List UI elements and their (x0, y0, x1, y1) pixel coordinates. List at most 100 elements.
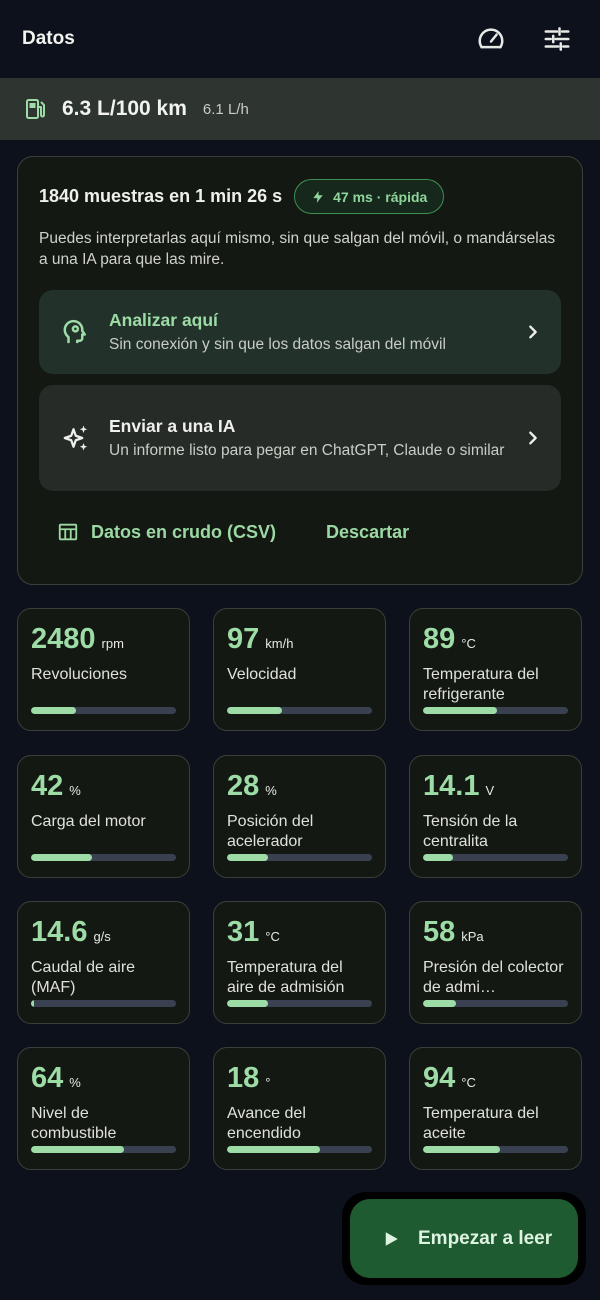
metric-level-bar (227, 1146, 372, 1153)
metric-unit: °C (461, 636, 476, 651)
metric-level-fill (31, 1146, 124, 1153)
fuel-rate-value: 6.1 L/h (202, 100, 249, 118)
metric-tile-coolant-temp[interactable]: 89 °C Temperatura del refrigerante (409, 608, 582, 731)
speed-badge: 47 ms · rápida (294, 179, 445, 214)
metric-level-bar (423, 1000, 568, 1007)
metric-tile-rpm[interactable]: 2480 rpm Revoluciones (17, 608, 190, 731)
start-reading-button[interactable]: Empezar a leer (350, 1199, 578, 1278)
summary-description: Puedes interpretarlas aquí mismo, sin qu… (39, 230, 556, 268)
metric-tile-ecu-voltage[interactable]: 14.1 V Tensión de la centralita (409, 755, 582, 878)
metric-label: Posición del acelerador (227, 813, 314, 850)
metric-tile-throttle[interactable]: 28% Posición del acelerador (213, 755, 386, 878)
metric-unit: % (69, 1075, 81, 1090)
metric-level-bar (31, 707, 176, 714)
fuel-consumption-value: 6.3 L/100 km (62, 97, 187, 120)
metric-unit: V (485, 783, 495, 798)
metric-level-fill (31, 1000, 34, 1007)
fuel-consumption-bar: 6.3 L/100 km 6.1 L/h (0, 78, 600, 140)
metric-level-fill (227, 1146, 320, 1153)
send-to-ai-subtitle: Un informe listo para pegar en ChatGPT, … (109, 441, 505, 459)
metric-label: Revoluciones (31, 666, 128, 683)
metric-tile-ignition-advance[interactable]: 18 ° Avance del encendido (213, 1047, 386, 1170)
metric-tile-speed[interactable]: 97 km/h Velocidad (213, 608, 386, 731)
analyze-here-title: Analizar aquí (109, 309, 218, 330)
sliders-icon (544, 27, 570, 51)
sparkles-icon (63, 425, 88, 451)
metric-tile-maf[interactable]: 14.6 g/s Caudal de aire (MAF) (17, 901, 190, 1024)
head-brain-icon (63, 319, 86, 344)
top-app-bar: Datos (0, 0, 600, 78)
send-to-ai-button[interactable]: Enviar a una IA Un informe listo para pe… (39, 385, 561, 491)
lightning-icon (313, 190, 323, 203)
metric-value: 14.6 (31, 916, 88, 948)
metric-value: 97 (227, 623, 260, 655)
metric-tile-engine-load[interactable]: 42% Carga del motor (17, 755, 190, 878)
metric-tile-intake-air-temp[interactable]: 31 °C Temperatura del aire de admisión (213, 901, 386, 1024)
analyze-here-subtitle: Sin conexión y sin que los datos salgan … (109, 335, 446, 353)
metric-tile-oil-temp[interactable]: 94 °C Temperatura del aceite (409, 1047, 582, 1170)
metric-label: Carga del motor (31, 813, 146, 830)
metric-unit: rpm (101, 636, 124, 651)
metric-value: 2480 (31, 623, 96, 655)
metric-value: 89 (423, 623, 456, 655)
start-reading-fab-container: Empezar a leer (342, 1192, 586, 1285)
speedometer-button[interactable] (470, 18, 512, 60)
metric-value: 28 (227, 770, 260, 802)
speedometer-icon (478, 28, 504, 49)
top-bar-actions (470, 18, 578, 60)
page-title: Datos (22, 28, 75, 49)
settings-sliders-button[interactable] (536, 18, 578, 60)
raw-data-csv-label: Datos en crudo (CSV) (91, 521, 277, 542)
discard-button[interactable]: Descartar (326, 522, 409, 543)
metric-label: Presión del colector de admi… (423, 959, 564, 996)
metric-level-fill (227, 707, 283, 714)
metric-label: Avance del encendido (227, 1105, 306, 1142)
metric-unit: °C (265, 929, 280, 944)
metric-level-fill (227, 1000, 268, 1007)
metric-level-bar (423, 854, 568, 861)
metric-label: Temperatura del aire de admisión (227, 959, 345, 996)
chevron-right-icon (529, 431, 537, 445)
metric-level-bar (31, 854, 176, 861)
sample-count: 1840 muestras en 1 min 26 s (39, 186, 283, 206)
metric-value: 58 (423, 916, 456, 948)
metric-level-fill (423, 1146, 500, 1153)
session-summary-card: 1840 muestras en 1 min 26 s 47 ms · rápi… (17, 156, 583, 585)
metric-unit: % (265, 783, 277, 798)
metric-value: 14.1 (423, 770, 480, 802)
metric-label: Caudal de aire (MAF) (31, 959, 136, 996)
metric-tile-manifold-pressure[interactable]: 58 kPa Presión del colector de admi… (409, 901, 582, 1024)
metric-level-fill (423, 854, 454, 861)
metric-unit: ° (265, 1075, 271, 1090)
metric-value: 94 (423, 1062, 456, 1094)
speed-badge-label: 47 ms · rápida (333, 188, 428, 205)
metric-label: Temperatura del refrigerante (423, 666, 539, 703)
metric-label: Velocidad (227, 666, 297, 683)
metric-level-fill (423, 1000, 457, 1007)
metric-level-fill (31, 854, 92, 861)
metric-unit: °C (461, 1075, 476, 1090)
metric-level-bar (227, 854, 372, 861)
metric-level-bar (227, 1000, 372, 1007)
table-icon (58, 523, 78, 541)
analyze-here-button[interactable]: Analizar aquí Sin conexión y sin que los… (39, 290, 561, 374)
metric-value: 31 (227, 916, 260, 948)
metric-unit: % (69, 783, 81, 798)
metric-level-bar (423, 707, 568, 714)
metric-level-fill (31, 707, 76, 714)
metric-level-bar (423, 1146, 568, 1153)
metric-label: Nivel de combustible (31, 1105, 117, 1142)
metric-unit: kPa (461, 929, 484, 944)
chevron-right-icon (529, 325, 537, 339)
discard-label: Descartar (326, 521, 410, 542)
metric-level-fill (227, 854, 268, 861)
metric-level-bar (227, 707, 372, 714)
metric-level-bar (31, 1146, 176, 1153)
metric-value: 42 (31, 770, 64, 802)
start-reading-label: Empezar a leer (418, 1227, 553, 1249)
metric-level-bar (31, 1000, 176, 1007)
metric-label: Tensión de la centralita (423, 813, 518, 850)
metric-tile-fuel-level[interactable]: 64% Nivel de combustible (17, 1047, 190, 1170)
metric-value: 18 (227, 1062, 260, 1094)
raw-data-csv-button[interactable]: Datos en crudo (CSV) (57, 521, 276, 543)
